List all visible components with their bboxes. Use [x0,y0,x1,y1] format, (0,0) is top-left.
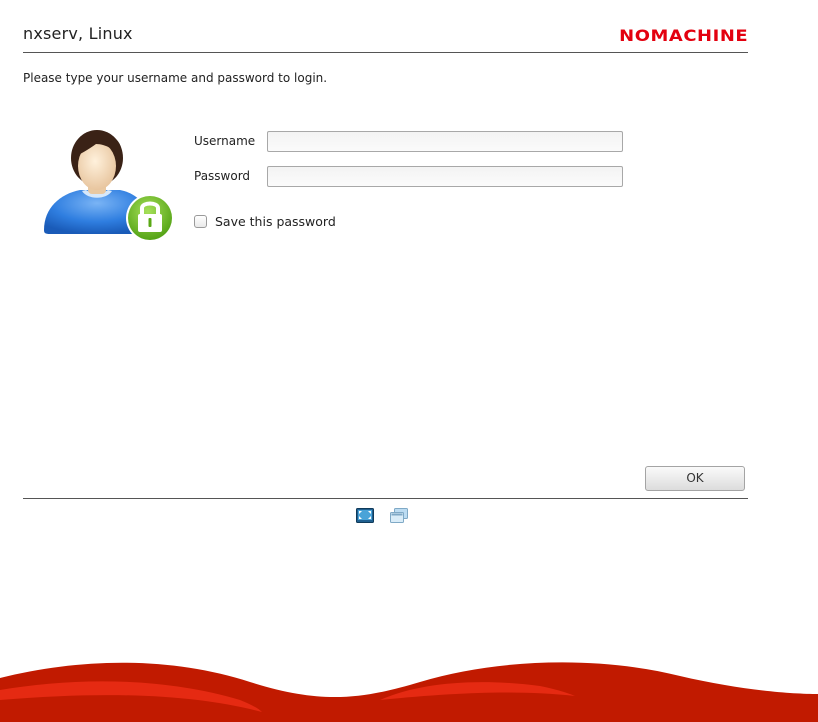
nomachine-logo: NOMACHINE [618,26,748,45]
username-label: Username [194,134,256,148]
header: nxserv, Linux NOMACHINE [23,22,748,53]
login-instruction: Please type your username and password t… [23,71,328,85]
footer-divider [23,498,748,499]
save-password-checkbox[interactable] [194,215,207,228]
fullscreen-icon[interactable] [356,508,374,523]
server-title: nxserv, Linux [23,24,133,43]
login-page: nxserv, Linux NOMACHINE Please type your… [0,0,818,722]
ok-button[interactable]: OK [645,466,745,491]
password-label: Password [194,169,251,183]
user-locked-icon [44,130,174,242]
save-password-label[interactable]: Save this password [215,214,336,229]
password-input[interactable] [267,166,623,187]
windows-icon[interactable] [390,508,408,523]
decorative-wave [0,662,818,722]
username-input[interactable] [267,131,623,152]
